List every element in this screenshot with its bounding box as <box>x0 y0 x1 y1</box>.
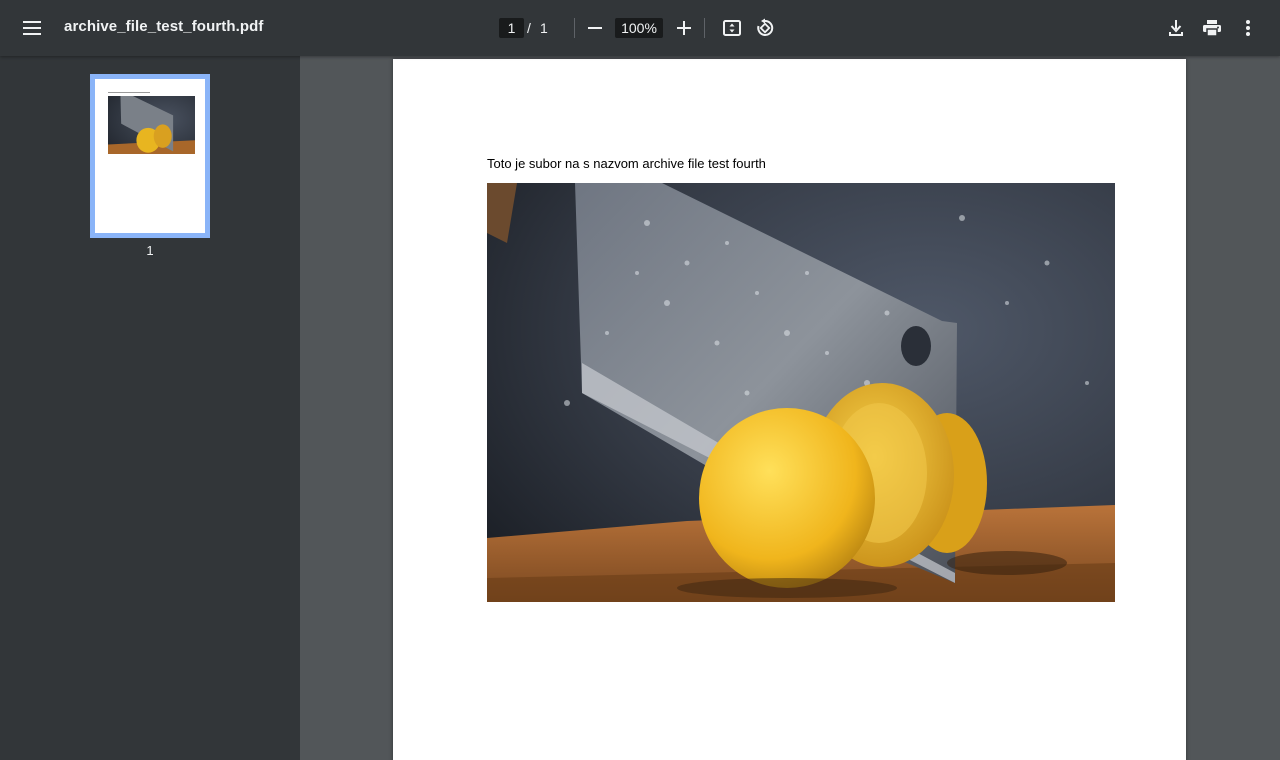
thumbnail-sidebar: 1 <box>0 56 300 760</box>
document-image <box>487 183 1115 602</box>
page-total: 1 <box>540 20 548 36</box>
pdf-page: Toto je subor na s nazvom archive file t… <box>393 59 1186 760</box>
download-button[interactable] <box>1156 8 1196 48</box>
menu-button[interactable] <box>12 8 52 48</box>
print-button[interactable] <box>1192 8 1232 48</box>
page-number-input[interactable] <box>499 18 524 38</box>
page-thumbnail[interactable] <box>90 74 210 238</box>
thumbnail-text-line <box>108 92 150 93</box>
document-text: Toto je subor na s nazvom archive file t… <box>487 156 766 171</box>
document-title: archive_file_test_fourth.pdf <box>64 18 264 35</box>
plus-icon <box>677 21 691 35</box>
toolbar-divider <box>704 18 705 38</box>
zoom-in-button[interactable] <box>664 8 704 48</box>
rotate-counterclockwise-icon <box>757 18 774 36</box>
thumbnail-image <box>108 96 195 154</box>
minus-icon <box>588 27 602 29</box>
printer-icon <box>1203 20 1221 36</box>
toolbar: archive_file_test_fourth.pdf / 1 <box>0 0 1280 56</box>
thumbnail-page-number: 1 <box>146 243 154 258</box>
hamburger-icon <box>23 21 41 35</box>
download-icon <box>1169 20 1183 36</box>
page-separator: / <box>527 20 531 36</box>
more-vertical-icon <box>1246 20 1250 36</box>
rotate-button[interactable] <box>745 8 785 48</box>
lemon-cleaver-photo <box>487 183 1115 602</box>
zoom-input[interactable] <box>615 18 663 38</box>
more-actions-button[interactable] <box>1228 8 1268 48</box>
document-viewer: Toto je subor na s nazvom archive file t… <box>300 56 1280 760</box>
zoom-out-button[interactable] <box>575 8 615 48</box>
fit-page-icon <box>723 20 741 36</box>
